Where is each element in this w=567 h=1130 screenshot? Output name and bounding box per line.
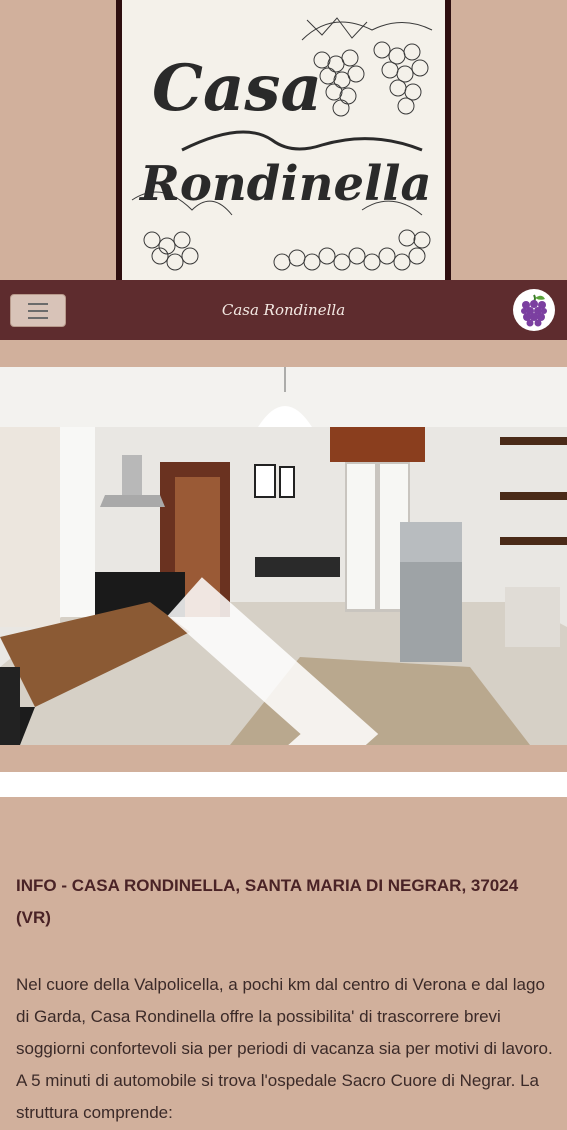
photo-carousel[interactable]: [0, 367, 567, 745]
brand-link[interactable]: Casa Rondinella: [222, 301, 345, 319]
grapes-icon: [521, 294, 547, 327]
hamburger-icon-line: [28, 316, 48, 319]
logo-artwork: Casa Rondinella: [131, 17, 433, 271]
navbar: Casa Rondinella: [0, 280, 567, 340]
info-section: INFO - CASA RONDINELLA, SANTA MARIA DI N…: [16, 870, 556, 1129]
hamburger-icon: [28, 302, 48, 305]
hamburger-icon-line: [28, 309, 48, 312]
info-heading: INFO - CASA RONDINELLA, SANTA MARIA DI N…: [16, 876, 519, 927]
section-divider: [0, 772, 567, 797]
logo-frame: Casa Rondinella: [116, 0, 451, 280]
logo-image: Casa Rondinella: [122, 0, 445, 280]
menu-toggle-button[interactable]: [10, 294, 66, 327]
info-paragraph: Nel cuore della Valpolicella, a pochi km…: [16, 975, 553, 1122]
grapes-badge[interactable]: [513, 289, 555, 331]
logo-band: Casa Rondinella: [0, 0, 567, 280]
logo-text-rondinella: Rondinella: [138, 156, 432, 212]
logo-text-casa: Casa: [152, 51, 322, 126]
chevron-right-icon[interactable]: [0, 545, 537, 745]
